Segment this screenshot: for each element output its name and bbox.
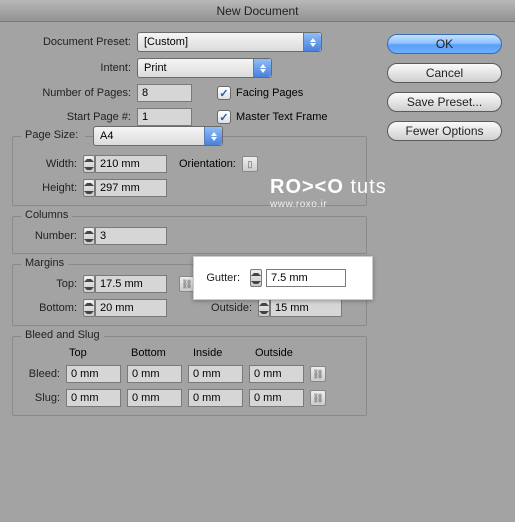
margin-top-input[interactable]: 17.5 mm	[95, 275, 167, 293]
col-top: Top	[69, 347, 131, 359]
height-label: Height:	[21, 182, 83, 194]
orientation-portrait-icon[interactable]: ▯	[242, 156, 258, 172]
master-text-label: Master Text Frame	[236, 111, 328, 123]
columns-legend: Columns	[21, 209, 72, 221]
num-pages-input[interactable]: 8	[137, 84, 192, 102]
columns-number-label: Number:	[21, 230, 83, 242]
link-bleed-icon[interactable]: ⛓	[310, 366, 326, 382]
margins-legend: Margins	[21, 257, 68, 269]
orientation-label: Orientation:	[179, 158, 236, 170]
facing-pages-label: Facing Pages	[236, 87, 303, 99]
width-input[interactable]: 210 mm	[95, 155, 167, 173]
bleed-inside-input[interactable]: 0 mm	[188, 365, 243, 383]
margin-outside-label: Outside:	[203, 302, 258, 314]
gutter-input[interactable]: 7.5 mm	[266, 269, 346, 287]
chevron-up-down-icon	[303, 33, 321, 51]
page-size-legend: Page Size:	[21, 129, 85, 141]
width-stepper[interactable]	[83, 155, 95, 173]
intent-dropdown[interactable]: Print	[137, 58, 272, 78]
watermark: RO><O tuts www.roxo.ir	[270, 176, 387, 210]
columns-group: Columns Number: 3	[12, 216, 367, 254]
height-input[interactable]: 297 mm	[95, 179, 167, 197]
gutter-stepper[interactable]	[250, 269, 262, 287]
margin-top-stepper[interactable]	[83, 275, 95, 293]
start-page-input[interactable]: 1	[137, 108, 192, 126]
chevron-up-down-icon	[253, 59, 271, 77]
bleed-top-input[interactable]: 0 mm	[66, 365, 121, 383]
bleed-label: Bleed:	[21, 368, 66, 380]
bleed-slug-legend: Bleed and Slug	[21, 329, 104, 341]
page-size-dropdown[interactable]: A4	[93, 126, 223, 146]
title-bar: New Document	[0, 0, 515, 22]
chevron-up-down-icon	[204, 127, 222, 145]
margin-bottom-input[interactable]: 20 mm	[95, 299, 167, 317]
bleed-slug-group: Bleed and Slug Top Bottom Inside Outside…	[12, 336, 367, 416]
margin-top-label: Top:	[21, 278, 83, 290]
col-inside: Inside	[193, 347, 255, 359]
document-preset-dropdown[interactable]: [Custom]	[137, 32, 322, 52]
watermark-suffix: tuts	[350, 176, 386, 198]
watermark-url: www.roxo.ir	[270, 199, 387, 210]
slug-top-input[interactable]: 0 mm	[66, 389, 121, 407]
width-label: Width:	[21, 158, 83, 170]
bleed-bottom-input[interactable]: 0 mm	[127, 365, 182, 383]
intent-label: Intent:	[12, 62, 137, 74]
height-stepper[interactable]	[83, 179, 95, 197]
margin-bottom-label: Bottom:	[21, 302, 83, 314]
document-preset-label: Document Preset:	[12, 36, 137, 48]
slug-label: Slug:	[21, 392, 66, 404]
col-outside: Outside	[255, 347, 317, 359]
dialog-body: Document Preset: [Custom] Intent: Print …	[0, 22, 515, 426]
num-pages-label: Number of Pages:	[12, 87, 137, 99]
margin-outside-input[interactable]: 15 mm	[270, 299, 342, 317]
master-text-checkbox[interactable]: ✓	[217, 110, 231, 124]
slug-bottom-input[interactable]: 0 mm	[127, 389, 182, 407]
facing-pages-checkbox[interactable]: ✓	[217, 86, 231, 100]
start-page-label: Start Page #:	[12, 111, 137, 123]
slug-inside-input[interactable]: 0 mm	[188, 389, 243, 407]
margin-outside-stepper[interactable]	[258, 299, 270, 317]
gutter-label: Gutter:	[202, 272, 246, 284]
col-bottom: Bottom	[131, 347, 193, 359]
margin-bottom-stepper[interactable]	[83, 299, 95, 317]
gutter-highlight: Gutter: 7.5 mm	[193, 256, 373, 300]
columns-number-input[interactable]: 3	[95, 227, 167, 245]
columns-number-stepper[interactable]	[83, 227, 95, 245]
window-title: New Document	[216, 4, 298, 18]
watermark-brand: RO><O	[270, 176, 344, 198]
link-slug-icon[interactable]: ⛓	[310, 390, 326, 406]
slug-outside-input[interactable]: 0 mm	[249, 389, 304, 407]
bleed-outside-input[interactable]: 0 mm	[249, 365, 304, 383]
